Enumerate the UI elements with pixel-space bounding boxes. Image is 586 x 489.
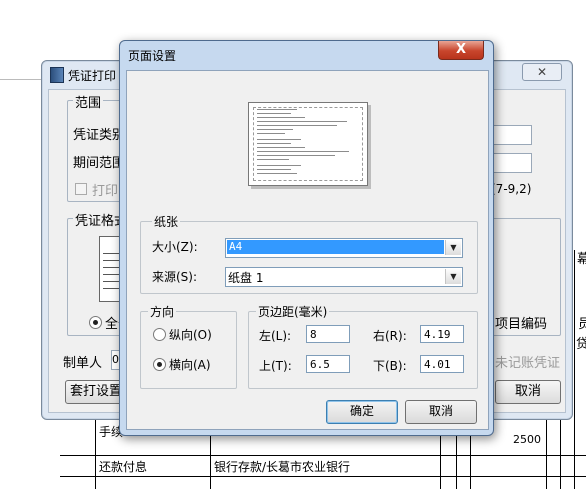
right-edge-text-bot: 贷: [576, 337, 586, 352]
voucher-cancel-button[interactable]: 取消: [495, 380, 561, 404]
close-button[interactable]: ✕: [522, 63, 562, 81]
left-margin-input[interactable]: 8: [306, 325, 350, 343]
preview-text-line: [257, 147, 305, 148]
period-range-label: 期间范围: [73, 156, 126, 171]
chevron-down-icon[interactable]: ▼: [445, 240, 461, 255]
sheet-gridline: [210, 434, 211, 489]
page-setup-dialog: 页面设置 X 纸张 大小(Z): A4 ▼ 来源(S): 纸盘 1 ▼ 方向 纵…: [119, 40, 494, 436]
row-value-repay: 银行存款/长葛市农业银行: [214, 460, 351, 474]
landscape-radio[interactable]: [153, 358, 166, 371]
sheet-gridline: [0, 79, 45, 80]
top-margin-label: 上(T):: [259, 359, 292, 373]
preview-text-line: [257, 173, 297, 174]
left-margin-label: 左(L):: [259, 329, 292, 343]
maker-label: 制单人: [63, 356, 103, 371]
all-radio[interactable]: [89, 316, 102, 329]
period-range-field[interactable]: [492, 153, 532, 173]
voucher-type-field[interactable]: [492, 125, 532, 145]
preview-text-line: [257, 169, 291, 170]
preview-text-line: [257, 159, 289, 160]
print-setup-button[interactable]: 套打设置: [65, 380, 127, 404]
sheet-gridline: [60, 455, 586, 456]
preview-text-line: [257, 121, 347, 122]
print-checkbox[interactable]: [75, 183, 87, 195]
preview-text-line: [257, 133, 285, 134]
voucher-app-icon: [50, 67, 64, 83]
preview-text-line: [257, 143, 291, 144]
top-margin-input[interactable]: 6.5: [306, 355, 350, 373]
preview-text-line: [257, 165, 301, 166]
sheet-gridline: [95, 418, 96, 489]
paper-source-value: 纸盘 1: [228, 271, 264, 285]
print-check-label: 打印: [92, 184, 119, 199]
project-code-label: 项目编码: [495, 317, 548, 332]
unposted-label: 未记账凭证: [495, 356, 561, 371]
landscape-label: 横向(A): [169, 358, 211, 372]
preview-text-line: [257, 117, 305, 118]
bottom-margin-input[interactable]: 4.01: [420, 355, 464, 373]
margins-group-label: 页边距(毫米): [256, 303, 330, 320]
preview-text-line: [257, 109, 297, 110]
paper-source-select[interactable]: 纸盘 1 ▼: [225, 267, 463, 287]
voucher-type-label: 凭证类别: [73, 128, 126, 143]
preview-text-line: [257, 139, 301, 140]
size-label: 大小(Z):: [152, 240, 198, 254]
page-preview: [248, 102, 368, 186]
amount-cell: 2500: [513, 433, 541, 446]
portrait-radio[interactable]: [153, 328, 166, 341]
window-title: 凭证打印: [68, 69, 117, 83]
source-label: 来源(S):: [152, 270, 198, 284]
right-edge-text-mid: 员: [578, 317, 586, 332]
range-group-label: 范围: [73, 92, 104, 111]
dialog-client: 纸张 大小(Z): A4 ▼ 来源(S): 纸盘 1 ▼ 方向 纵向(O) 横向…: [126, 70, 489, 430]
preview-text-line: [257, 125, 337, 126]
preview-text-line: [257, 129, 293, 130]
bottom-margin-label: 下(B):: [373, 359, 407, 373]
range-hint: (7-9,2): [491, 182, 532, 196]
preview-text-line: [257, 155, 335, 156]
sheet-gridline: [60, 476, 586, 477]
sheet-gridline: [546, 418, 547, 489]
ok-button[interactable]: 确定: [326, 400, 398, 424]
paper-size-select[interactable]: A4 ▼: [225, 238, 463, 258]
orientation-group-label: 方向: [148, 303, 177, 320]
row-label-repay: 还款付息: [99, 460, 148, 474]
dialog-title: 页面设置: [128, 49, 177, 63]
cancel-button[interactable]: 取消: [405, 400, 477, 424]
margins-group: [248, 311, 478, 389]
close-icon[interactable]: X: [438, 41, 484, 60]
right-edge-text-top: 幕: [577, 252, 586, 267]
chevron-down-icon[interactable]: ▼: [445, 269, 461, 284]
paper-group-label: 纸张: [152, 213, 181, 230]
orientation-group: [140, 311, 237, 389]
right-margin-label: 右(R):: [373, 329, 407, 343]
preview-text-line: [257, 113, 291, 114]
paper-size-value: A4: [227, 240, 444, 254]
portrait-label: 纵向(O): [169, 328, 212, 342]
preview-text-line: [257, 151, 349, 152]
sheet-gridline: [574, 250, 575, 489]
right-margin-input[interactable]: 4.19: [420, 325, 464, 343]
